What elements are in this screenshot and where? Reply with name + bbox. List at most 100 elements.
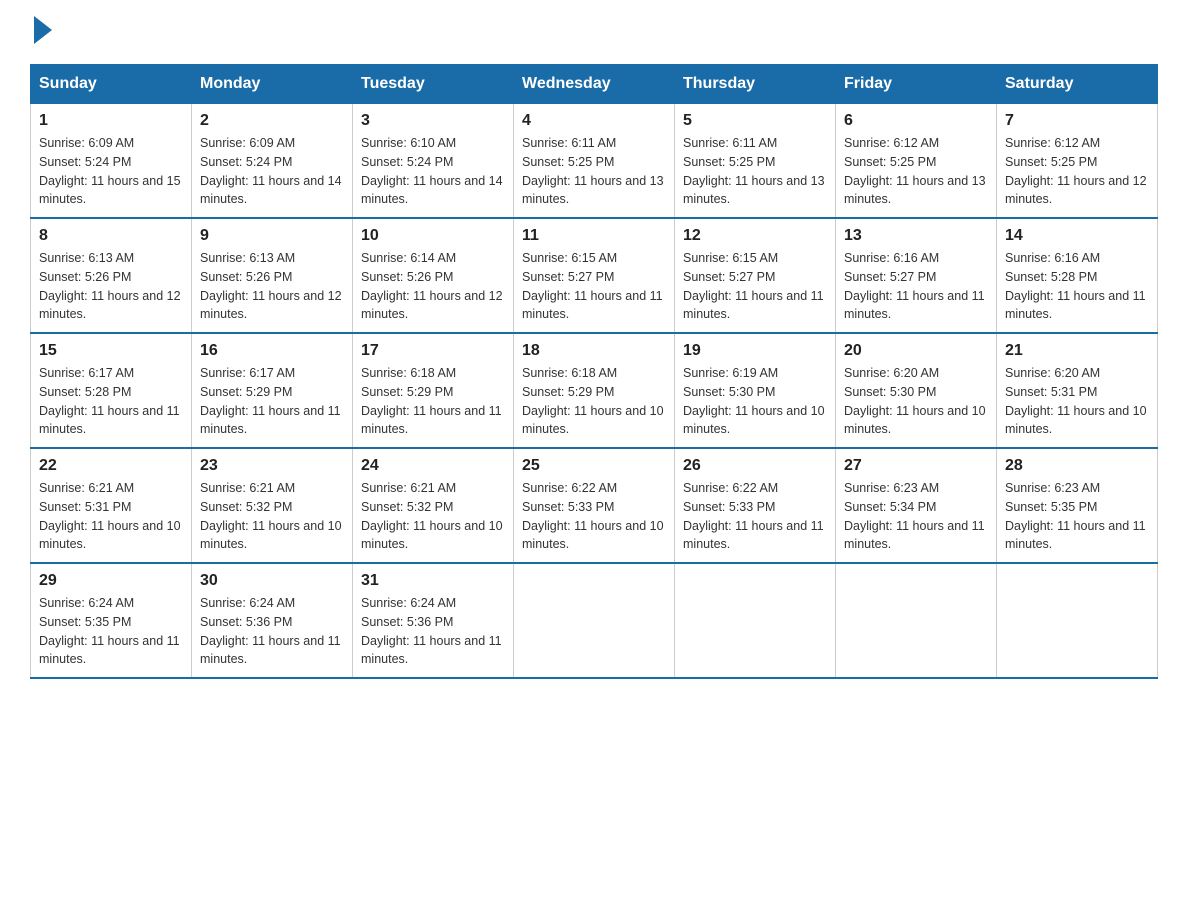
calendar-cell: 5 Sunrise: 6:11 AMSunset: 5:25 PMDayligh… <box>675 104 836 219</box>
day-info: Sunrise: 6:18 AMSunset: 5:29 PMDaylight:… <box>522 366 664 436</box>
day-info: Sunrise: 6:11 AMSunset: 5:25 PMDaylight:… <box>522 136 664 206</box>
day-number: 16 <box>200 342 344 360</box>
day-info: Sunrise: 6:18 AMSunset: 5:29 PMDaylight:… <box>361 366 502 436</box>
logo <box>30 20 56 44</box>
day-number: 25 <box>522 457 666 475</box>
header-saturday: Saturday <box>997 65 1158 104</box>
day-info: Sunrise: 6:24 AMSunset: 5:36 PMDaylight:… <box>200 596 341 666</box>
week-row-5: 29 Sunrise: 6:24 AMSunset: 5:35 PMDaylig… <box>31 563 1158 678</box>
day-info: Sunrise: 6:20 AMSunset: 5:30 PMDaylight:… <box>844 366 986 436</box>
day-info: Sunrise: 6:13 AMSunset: 5:26 PMDaylight:… <box>200 251 342 321</box>
day-number: 5 <box>683 112 827 130</box>
calendar-cell: 31 Sunrise: 6:24 AMSunset: 5:36 PMDaylig… <box>353 563 514 678</box>
day-number: 6 <box>844 112 988 130</box>
calendar-cell: 4 Sunrise: 6:11 AMSunset: 5:25 PMDayligh… <box>514 104 675 219</box>
calendar-cell <box>675 563 836 678</box>
day-info: Sunrise: 6:09 AMSunset: 5:24 PMDaylight:… <box>200 136 342 206</box>
day-number: 19 <box>683 342 827 360</box>
header-sunday: Sunday <box>31 65 192 104</box>
calendar-cell: 14 Sunrise: 6:16 AMSunset: 5:28 PMDaylig… <box>997 218 1158 333</box>
calendar-table: SundayMondayTuesdayWednesdayThursdayFrid… <box>30 64 1158 679</box>
calendar-cell: 3 Sunrise: 6:10 AMSunset: 5:24 PMDayligh… <box>353 104 514 219</box>
calendar-cell: 25 Sunrise: 6:22 AMSunset: 5:33 PMDaylig… <box>514 448 675 563</box>
calendar-cell: 27 Sunrise: 6:23 AMSunset: 5:34 PMDaylig… <box>836 448 997 563</box>
day-info: Sunrise: 6:21 AMSunset: 5:32 PMDaylight:… <box>361 481 503 551</box>
calendar-cell: 20 Sunrise: 6:20 AMSunset: 5:30 PMDaylig… <box>836 333 997 448</box>
calendar-cell: 9 Sunrise: 6:13 AMSunset: 5:26 PMDayligh… <box>192 218 353 333</box>
calendar-cell: 26 Sunrise: 6:22 AMSunset: 5:33 PMDaylig… <box>675 448 836 563</box>
day-number: 22 <box>39 457 183 475</box>
day-number: 3 <box>361 112 505 130</box>
day-number: 28 <box>1005 457 1149 475</box>
calendar-cell <box>997 563 1158 678</box>
calendar-cell: 11 Sunrise: 6:15 AMSunset: 5:27 PMDaylig… <box>514 218 675 333</box>
calendar-cell: 13 Sunrise: 6:16 AMSunset: 5:27 PMDaylig… <box>836 218 997 333</box>
day-number: 27 <box>844 457 988 475</box>
day-number: 7 <box>1005 112 1149 130</box>
day-info: Sunrise: 6:24 AMSunset: 5:36 PMDaylight:… <box>361 596 502 666</box>
calendar-cell: 29 Sunrise: 6:24 AMSunset: 5:35 PMDaylig… <box>31 563 192 678</box>
day-number: 10 <box>361 227 505 245</box>
header-wednesday: Wednesday <box>514 65 675 104</box>
header-monday: Monday <box>192 65 353 104</box>
day-number: 1 <box>39 112 183 130</box>
day-number: 17 <box>361 342 505 360</box>
day-number: 30 <box>200 572 344 590</box>
day-info: Sunrise: 6:22 AMSunset: 5:33 PMDaylight:… <box>683 481 824 551</box>
day-info: Sunrise: 6:16 AMSunset: 5:27 PMDaylight:… <box>844 251 985 321</box>
calendar-cell: 16 Sunrise: 6:17 AMSunset: 5:29 PMDaylig… <box>192 333 353 448</box>
day-number: 31 <box>361 572 505 590</box>
day-number: 15 <box>39 342 183 360</box>
calendar-cell: 10 Sunrise: 6:14 AMSunset: 5:26 PMDaylig… <box>353 218 514 333</box>
day-info: Sunrise: 6:19 AMSunset: 5:30 PMDaylight:… <box>683 366 825 436</box>
day-info: Sunrise: 6:21 AMSunset: 5:31 PMDaylight:… <box>39 481 181 551</box>
day-info: Sunrise: 6:23 AMSunset: 5:34 PMDaylight:… <box>844 481 985 551</box>
calendar-cell: 12 Sunrise: 6:15 AMSunset: 5:27 PMDaylig… <box>675 218 836 333</box>
day-info: Sunrise: 6:09 AMSunset: 5:24 PMDaylight:… <box>39 136 181 206</box>
day-number: 8 <box>39 227 183 245</box>
calendar-cell <box>514 563 675 678</box>
day-info: Sunrise: 6:23 AMSunset: 5:35 PMDaylight:… <box>1005 481 1146 551</box>
day-number: 24 <box>361 457 505 475</box>
header-tuesday: Tuesday <box>353 65 514 104</box>
day-number: 13 <box>844 227 988 245</box>
day-info: Sunrise: 6:12 AMSunset: 5:25 PMDaylight:… <box>844 136 986 206</box>
day-info: Sunrise: 6:14 AMSunset: 5:26 PMDaylight:… <box>361 251 503 321</box>
calendar-cell: 23 Sunrise: 6:21 AMSunset: 5:32 PMDaylig… <box>192 448 353 563</box>
day-number: 18 <box>522 342 666 360</box>
day-info: Sunrise: 6:12 AMSunset: 5:25 PMDaylight:… <box>1005 136 1147 206</box>
day-info: Sunrise: 6:11 AMSunset: 5:25 PMDaylight:… <box>683 136 825 206</box>
day-number: 26 <box>683 457 827 475</box>
calendar-cell: 15 Sunrise: 6:17 AMSunset: 5:28 PMDaylig… <box>31 333 192 448</box>
day-number: 20 <box>844 342 988 360</box>
day-info: Sunrise: 6:21 AMSunset: 5:32 PMDaylight:… <box>200 481 342 551</box>
calendar-cell: 8 Sunrise: 6:13 AMSunset: 5:26 PMDayligh… <box>31 218 192 333</box>
calendar-cell: 28 Sunrise: 6:23 AMSunset: 5:35 PMDaylig… <box>997 448 1158 563</box>
calendar-cell: 7 Sunrise: 6:12 AMSunset: 5:25 PMDayligh… <box>997 104 1158 219</box>
day-number: 12 <box>683 227 827 245</box>
day-info: Sunrise: 6:15 AMSunset: 5:27 PMDaylight:… <box>683 251 824 321</box>
day-number: 21 <box>1005 342 1149 360</box>
day-number: 11 <box>522 227 666 245</box>
week-row-1: 1 Sunrise: 6:09 AMSunset: 5:24 PMDayligh… <box>31 104 1158 219</box>
logo-arrow-icon <box>34 16 52 44</box>
day-info: Sunrise: 6:15 AMSunset: 5:27 PMDaylight:… <box>522 251 663 321</box>
day-info: Sunrise: 6:17 AMSunset: 5:29 PMDaylight:… <box>200 366 341 436</box>
header-thursday: Thursday <box>675 65 836 104</box>
day-info: Sunrise: 6:13 AMSunset: 5:26 PMDaylight:… <box>39 251 181 321</box>
calendar-cell: 17 Sunrise: 6:18 AMSunset: 5:29 PMDaylig… <box>353 333 514 448</box>
header-friday: Friday <box>836 65 997 104</box>
calendar-cell <box>836 563 997 678</box>
day-number: 23 <box>200 457 344 475</box>
calendar-cell: 18 Sunrise: 6:18 AMSunset: 5:29 PMDaylig… <box>514 333 675 448</box>
calendar-header-row: SundayMondayTuesdayWednesdayThursdayFrid… <box>31 65 1158 104</box>
calendar-cell: 2 Sunrise: 6:09 AMSunset: 5:24 PMDayligh… <box>192 104 353 219</box>
day-info: Sunrise: 6:20 AMSunset: 5:31 PMDaylight:… <box>1005 366 1147 436</box>
day-number: 29 <box>39 572 183 590</box>
calendar-cell: 30 Sunrise: 6:24 AMSunset: 5:36 PMDaylig… <box>192 563 353 678</box>
week-row-4: 22 Sunrise: 6:21 AMSunset: 5:31 PMDaylig… <box>31 448 1158 563</box>
page-header <box>30 20 1158 44</box>
day-info: Sunrise: 6:22 AMSunset: 5:33 PMDaylight:… <box>522 481 664 551</box>
calendar-cell: 22 Sunrise: 6:21 AMSunset: 5:31 PMDaylig… <box>31 448 192 563</box>
day-info: Sunrise: 6:24 AMSunset: 5:35 PMDaylight:… <box>39 596 180 666</box>
